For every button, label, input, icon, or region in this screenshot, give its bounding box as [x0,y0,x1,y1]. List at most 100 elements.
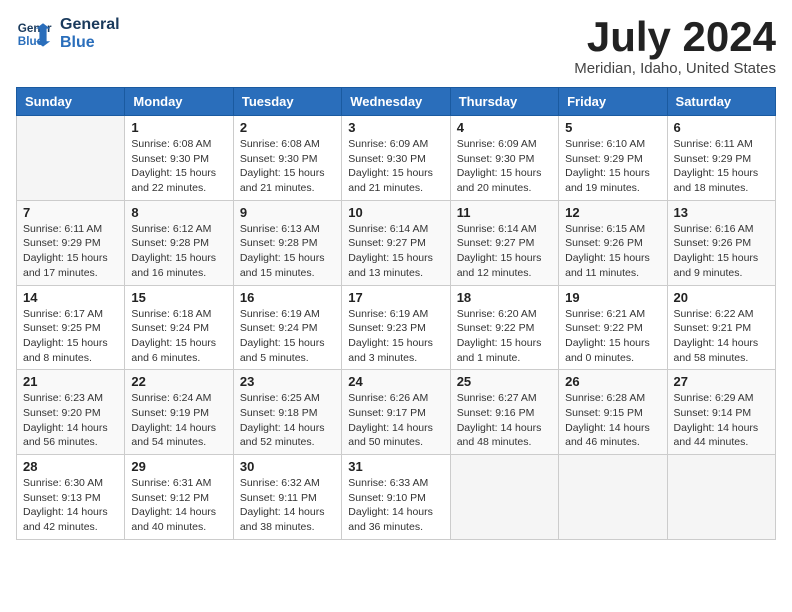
header-friday: Friday [559,88,667,116]
day-number: 11 [457,205,552,220]
day-cell [17,116,125,201]
day-number: 28 [23,459,118,474]
day-detail: Sunrise: 6:26 AM Sunset: 9:17 PM Dayligh… [348,391,443,450]
day-detail: Sunrise: 6:19 AM Sunset: 9:23 PM Dayligh… [348,307,443,366]
title-block: July 2024 Meridian, Idaho, United States [574,16,776,77]
day-number: 15 [131,290,226,305]
day-cell: 6 Sunrise: 6:11 AM Sunset: 9:29 PM Daylig… [667,116,775,201]
day-detail: Sunrise: 6:09 AM Sunset: 9:30 PM Dayligh… [348,137,443,196]
day-cell: 19 Sunrise: 6:21 AM Sunset: 9:22 PM Dayli… [559,285,667,370]
day-number: 30 [240,459,335,474]
day-detail: Sunrise: 6:11 AM Sunset: 9:29 PM Dayligh… [674,137,769,196]
day-detail: Sunrise: 6:15 AM Sunset: 9:26 PM Dayligh… [565,222,660,281]
day-cell: 21Sunrise: 6:23 AM Sunset: 9:20 PM Dayli… [17,370,125,455]
day-number: 23 [240,374,335,389]
header-thursday: Thursday [450,88,558,116]
day-number: 22 [131,374,226,389]
day-detail: Sunrise: 6:20 AM Sunset: 9:22 PM Dayligh… [457,307,552,366]
header-tuesday: Tuesday [233,88,341,116]
day-cell: 20 Sunrise: 6:22 AM Sunset: 9:21 PM Dayli… [667,285,775,370]
day-cell: 17Sunrise: 6:19 AM Sunset: 9:23 PM Dayli… [342,285,450,370]
day-cell: 26Sunrise: 6:28 AM Sunset: 9:15 PM Dayli… [559,370,667,455]
day-detail: Sunrise: 6:14 AM Sunset: 9:27 PM Dayligh… [457,222,552,281]
day-number: 9 [240,205,335,220]
day-number: 10 [348,205,443,220]
day-detail: Sunrise: 6:28 AM Sunset: 9:15 PM Dayligh… [565,391,660,450]
day-cell: 16Sunrise: 6:19 AM Sunset: 9:24 PM Dayli… [233,285,341,370]
header-monday: Monday [125,88,233,116]
day-cell: 28 Sunrise: 6:30 AM Sunset: 9:13 PM Dayli… [17,455,125,540]
week-row-5: 28 Sunrise: 6:30 AM Sunset: 9:13 PM Dayli… [17,455,776,540]
day-cell [559,455,667,540]
header-wednesday: Wednesday [342,88,450,116]
day-detail: Sunrise: 6:16 AM Sunset: 9:26 PM Dayligh… [674,222,769,281]
day-detail: Sunrise: 6:24 AM Sunset: 9:19 PM Dayligh… [131,391,226,450]
day-detail: Sunrise: 6:21 AM Sunset: 9:22 PM Dayligh… [565,307,660,366]
day-number: 13 [674,205,769,220]
day-detail: Sunrise: 6:08 AM Sunset: 9:30 PM Dayligh… [240,137,335,196]
day-number: 3 [348,120,443,135]
day-detail: Sunrise: 6:08 AM Sunset: 9:30 PM Dayligh… [131,137,226,196]
day-cell: 10 Sunrise: 6:14 AM Sunset: 9:27 PM Dayli… [342,200,450,285]
day-cell: 2 Sunrise: 6:08 AM Sunset: 9:30 PM Daylig… [233,116,341,201]
day-detail: Sunrise: 6:14 AM Sunset: 9:27 PM Dayligh… [348,222,443,281]
day-cell: 15 Sunrise: 6:18 AM Sunset: 9:24 PM Dayli… [125,285,233,370]
day-cell: 23 Sunrise: 6:25 AM Sunset: 9:18 PM Dayli… [233,370,341,455]
day-cell: 25 Sunrise: 6:27 AM Sunset: 9:16 PM Dayli… [450,370,558,455]
calendar-subtitle: Meridian, Idaho, United States [574,60,776,77]
day-number: 5 [565,120,660,135]
day-cell: 22 Sunrise: 6:24 AM Sunset: 9:19 PM Dayli… [125,370,233,455]
day-cell: 18 Sunrise: 6:20 AM Sunset: 9:22 PM Dayli… [450,285,558,370]
day-number: 19 [565,290,660,305]
day-detail: Sunrise: 6:29 AM Sunset: 9:14 PM Dayligh… [674,391,769,450]
day-detail: Sunrise: 6:22 AM Sunset: 9:21 PM Dayligh… [674,307,769,366]
day-number: 16 [240,290,335,305]
day-cell: 30 Sunrise: 6:32 AM Sunset: 9:11 PM Dayli… [233,455,341,540]
day-cell: 27 Sunrise: 6:29 AM Sunset: 9:14 PM Dayli… [667,370,775,455]
day-detail: Sunrise: 6:27 AM Sunset: 9:16 PM Dayligh… [457,391,552,450]
day-number: 20 [674,290,769,305]
header-saturday: Saturday [667,88,775,116]
day-number: 21 [23,374,118,389]
day-detail: Sunrise: 6:30 AM Sunset: 9:13 PM Dayligh… [23,476,118,535]
day-detail: Sunrise: 6:17 AM Sunset: 9:25 PM Dayligh… [23,307,118,366]
svg-text:General: General [18,22,52,35]
day-number: 12 [565,205,660,220]
day-detail: Sunrise: 6:33 AM Sunset: 9:10 PM Dayligh… [348,476,443,535]
day-cell: 1Sunrise: 6:08 AM Sunset: 9:30 PM Daylig… [125,116,233,201]
day-number: 8 [131,205,226,220]
day-number: 18 [457,290,552,305]
day-detail: Sunrise: 6:10 AM Sunset: 9:29 PM Dayligh… [565,137,660,196]
day-detail: Sunrise: 6:13 AM Sunset: 9:28 PM Dayligh… [240,222,335,281]
day-detail: Sunrise: 6:11 AM Sunset: 9:29 PM Dayligh… [23,222,118,281]
day-number: 25 [457,374,552,389]
day-cell: 9 Sunrise: 6:13 AM Sunset: 9:28 PM Daylig… [233,200,341,285]
day-number: 6 [674,120,769,135]
day-cell: 31 Sunrise: 6:33 AM Sunset: 9:10 PM Dayli… [342,455,450,540]
day-number: 27 [674,374,769,389]
day-cell: 8Sunrise: 6:12 AM Sunset: 9:28 PM Daylig… [125,200,233,285]
day-cell: 29Sunrise: 6:31 AM Sunset: 9:12 PM Dayli… [125,455,233,540]
day-cell [667,455,775,540]
day-cell: 7 Sunrise: 6:11 AM Sunset: 9:29 PM Daylig… [17,200,125,285]
day-cell: 4Sunrise: 6:09 AM Sunset: 9:30 PM Daylig… [450,116,558,201]
header-sunday: Sunday [17,88,125,116]
day-detail: Sunrise: 6:18 AM Sunset: 9:24 PM Dayligh… [131,307,226,366]
day-detail: Sunrise: 6:32 AM Sunset: 9:11 PM Dayligh… [240,476,335,535]
day-cell: 3 Sunrise: 6:09 AM Sunset: 9:30 PM Daylig… [342,116,450,201]
logo-text-line1: General [60,16,120,34]
day-detail: Sunrise: 6:31 AM Sunset: 9:12 PM Dayligh… [131,476,226,535]
day-cell: 11 Sunrise: 6:14 AM Sunset: 9:27 PM Dayli… [450,200,558,285]
day-number: 14 [23,290,118,305]
day-number: 7 [23,205,118,220]
day-detail: Sunrise: 6:25 AM Sunset: 9:18 PM Dayligh… [240,391,335,450]
day-cell: 24Sunrise: 6:26 AM Sunset: 9:17 PM Dayli… [342,370,450,455]
day-cell [450,455,558,540]
day-cell: 12 Sunrise: 6:15 AM Sunset: 9:26 PM Dayli… [559,200,667,285]
page-header: General Blue General Blue July 2024 Meri… [16,16,776,77]
day-number: 31 [348,459,443,474]
day-cell: 5 Sunrise: 6:10 AM Sunset: 9:29 PM Daylig… [559,116,667,201]
week-row-2: 7 Sunrise: 6:11 AM Sunset: 9:29 PM Daylig… [17,200,776,285]
calendar-title: July 2024 [574,16,776,58]
day-number: 2 [240,120,335,135]
